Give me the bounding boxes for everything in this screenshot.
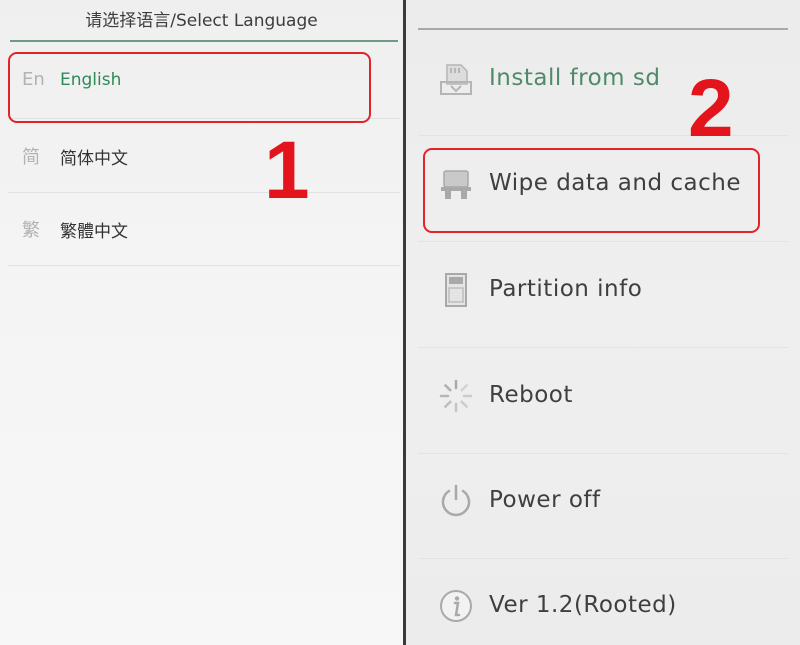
highlight-box-english	[8, 52, 371, 123]
title-divider	[10, 40, 398, 42]
sd-install-icon	[440, 64, 472, 95]
menu-item-label: Partition info	[489, 276, 643, 302]
page-title: 请选择语言/Select Language	[85, 11, 318, 31]
language-code: 简	[22, 147, 40, 168]
step-number-2: 2	[688, 63, 734, 154]
menu-item-label: Reboot	[489, 382, 573, 408]
menu-item-label: Install from sd	[489, 65, 661, 91]
recovery-menu-screen: Install from sd Wipe data and cache Part…	[406, 0, 800, 645]
reboot-spinner-icon	[439, 379, 473, 413]
language-code: 繁	[22, 220, 40, 241]
menu-item-label: Power off	[489, 487, 601, 513]
step-number-1: 1	[264, 125, 310, 216]
language-label: 简体中文	[60, 149, 128, 169]
language-label: 繁體中文	[60, 222, 128, 242]
menu-item-power-off[interactable]: Power off	[418, 453, 788, 559]
version-info: Ver 1.2(Rooted)	[418, 558, 788, 645]
version-label: Ver 1.2(Rooted)	[489, 592, 677, 618]
sd-card-icon	[445, 273, 467, 307]
menu-item-reboot[interactable]: Reboot	[418, 348, 788, 454]
language-item-simplified-chinese[interactable]: 简 简体中文	[8, 119, 400, 193]
menu-item-partition-info[interactable]: Partition info	[418, 242, 788, 348]
language-item-traditional-chinese[interactable]: 繁 繁體中文	[8, 192, 400, 266]
power-icon	[441, 484, 471, 517]
info-icon	[440, 590, 472, 622]
highlight-box-wipe	[423, 148, 760, 233]
